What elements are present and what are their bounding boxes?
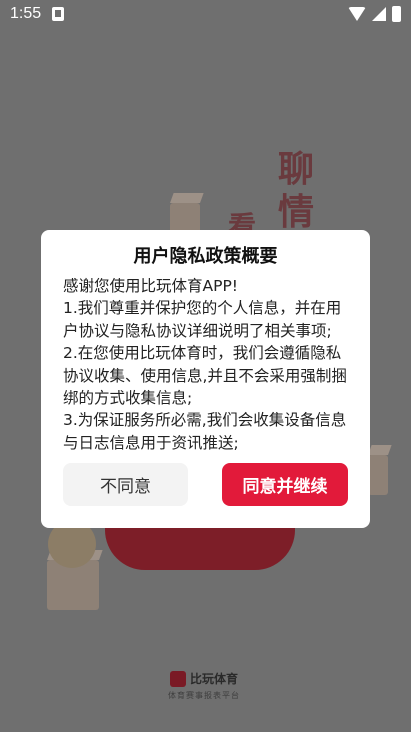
privacy-dialog: 用户隐私政策概要 感谢您使用比玩体育APP! 1.我们尊重并保护您的个人信息，并… <box>41 230 370 528</box>
footer-brand: 比玩体育 <box>170 670 238 687</box>
footer-title: 比玩体育 <box>190 672 239 686</box>
dialog-paragraph: 3.为保证服务所必需,我们会收集设备信息与日志信息用于资讯推送; <box>63 411 347 452</box>
disagree-button[interactable]: 不同意 <box>63 463 188 506</box>
agree-continue-button[interactable]: 同意并继续 <box>222 463 348 506</box>
dialog-paragraph: 1.我们尊重并保护您的个人信息，并在用户协议与隐私协议详细说明了相关事项; <box>63 299 342 340</box>
dialog-body[interactable]: 感谢您使用比玩体育APP! 1.我们尊重并保护您的个人信息，并在用户协议与隐私协… <box>63 275 351 455</box>
dialog-title: 用户隐私政策概要 <box>133 246 278 267</box>
footer-subtitle: 体育赛事报表平台 <box>168 691 240 700</box>
dialog-paragraph: 感谢您使用比玩体育APP! <box>63 277 239 295</box>
dialog-paragraph: 2.在您使用比玩体育时，我们会遵循隐私协议收集、使用信息,并且不会采用强制捆绑的… <box>63 344 347 408</box>
bg-cube <box>170 203 200 233</box>
bg-cube <box>368 455 388 495</box>
bg-char-2: 情 <box>278 192 315 233</box>
brand-logo-icon <box>170 670 186 687</box>
